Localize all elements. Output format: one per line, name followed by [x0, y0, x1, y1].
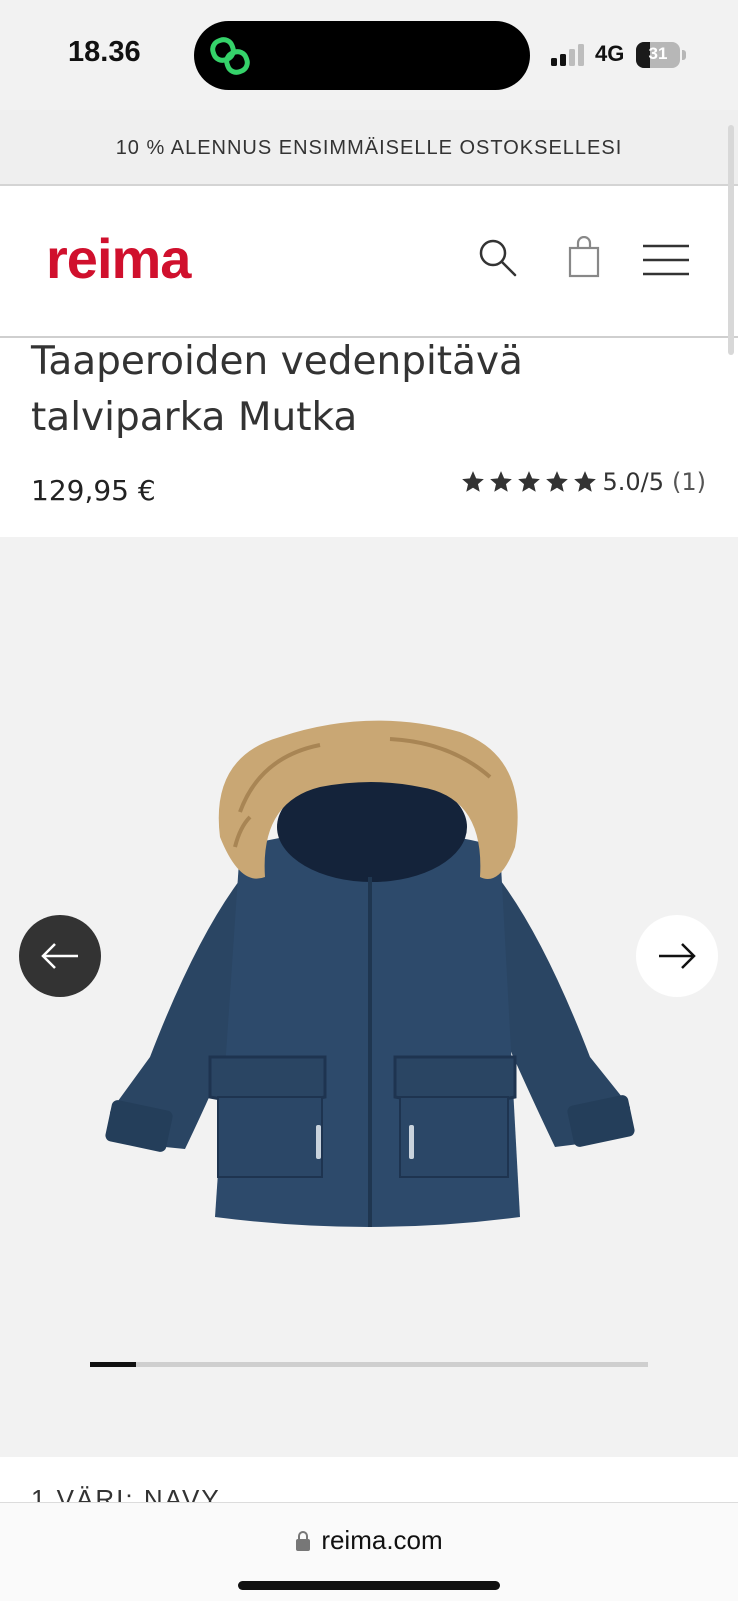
product-rating[interactable]: 5.0/5 (1): [460, 468, 706, 496]
browser-url-bar[interactable]: reima.com: [0, 1502, 738, 1601]
arrow-right-icon: [659, 943, 696, 969]
network-type: 4G: [595, 41, 625, 66]
search-icon[interactable]: [478, 238, 518, 278]
product-price: 129,95 €: [31, 474, 156, 507]
dynamic-island: [194, 21, 530, 90]
lock-icon: [296, 1531, 311, 1551]
url-display[interactable]: reima.com: [0, 1525, 738, 1556]
product-gallery[interactable]: [0, 537, 738, 1457]
home-indicator[interactable]: [238, 1581, 500, 1590]
battery-percent: 31: [648, 44, 668, 63]
cellular-signal-icon: [551, 44, 584, 66]
gallery-progress-thumb: [90, 1362, 137, 1367]
status-bar: 18.36 4G 31: [0, 0, 738, 110]
link-activity-icon: [210, 37, 250, 75]
star-icon: [518, 471, 541, 492]
rating-stars: [460, 469, 600, 495]
arrow-left-icon: [41, 943, 78, 969]
star-icon: [490, 471, 513, 492]
promo-text: 10 % ALENNUS ENSIMMÄISELLE OSTOKSELLESI: [115, 137, 623, 159]
star-icon: [462, 471, 485, 492]
page-scrollbar[interactable]: [728, 125, 734, 355]
gallery-next-button[interactable]: [636, 915, 718, 997]
star-icon: [546, 471, 569, 492]
site-header: reima: [0, 186, 738, 338]
star-icon: [574, 471, 597, 492]
gallery-progress[interactable]: [90, 1362, 648, 1367]
reima-logo[interactable]: reima: [46, 226, 191, 291]
rating-score: 5.0/5: [602, 468, 664, 496]
product-title: Taaperoiden vedenpitävä talviparka Mutka: [31, 339, 523, 440]
gallery-prev-button[interactable]: [19, 915, 101, 997]
url-text: reima.com: [321, 1525, 443, 1555]
menu-icon[interactable]: [643, 244, 689, 276]
clock: 18.36: [68, 36, 141, 68]
shopping-bag-icon[interactable]: [567, 236, 601, 278]
product-image[interactable]: [90, 717, 650, 1257]
battery-icon: 31: [636, 42, 686, 68]
rating-count[interactable]: (1): [672, 468, 706, 496]
promo-banner[interactable]: 10 % ALENNUS ENSIMMÄISELLE OSTOKSELLESI: [0, 110, 738, 186]
